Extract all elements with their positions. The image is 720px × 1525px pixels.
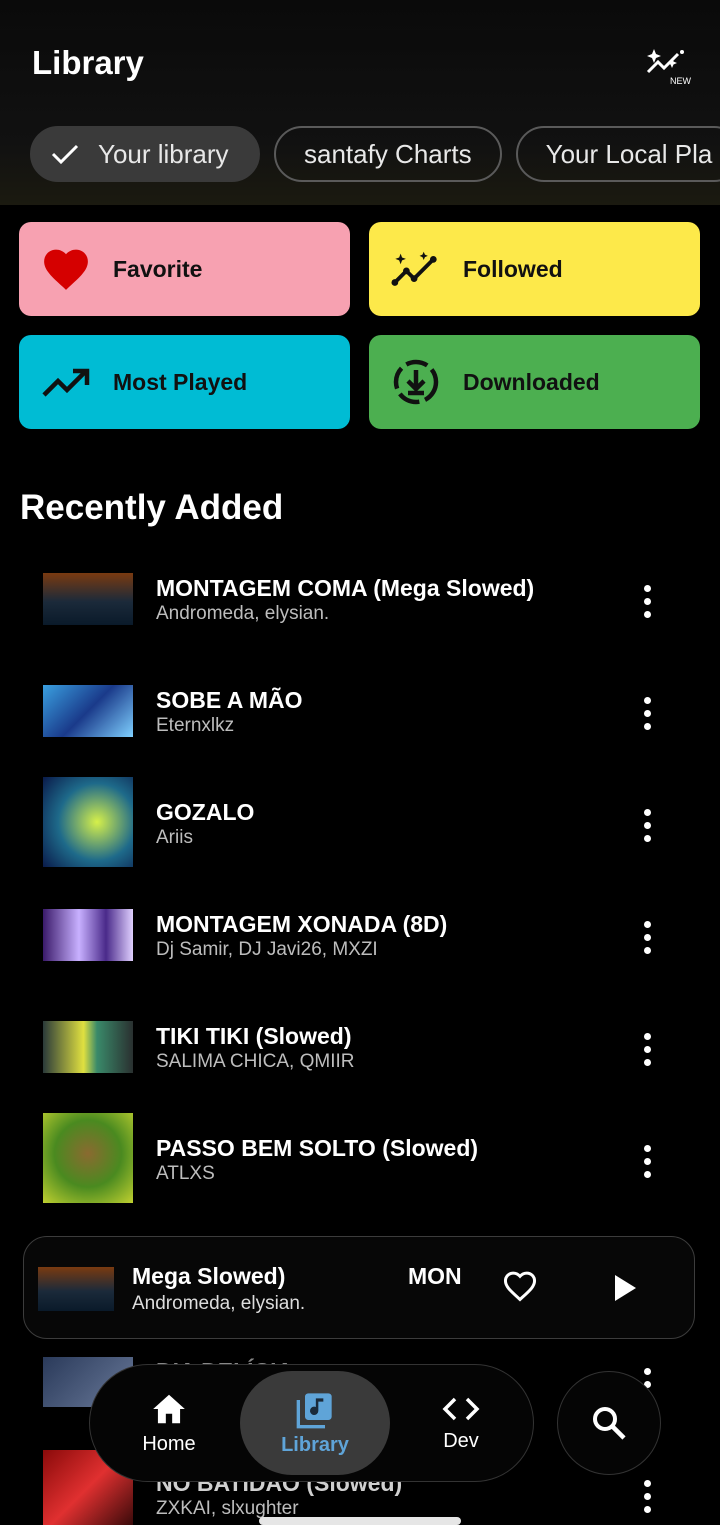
chip-label: santafy Charts (304, 138, 472, 169)
song-row[interactable]: MONTAGEM XONADA (8D) Dj Samir, DJ Javi26… (0, 881, 720, 993)
song-title: GOZALO (156, 799, 255, 825)
nav-dev[interactable]: Dev (386, 1371, 536, 1475)
library-music-icon (296, 1392, 332, 1428)
nav-library[interactable]: Library (240, 1371, 390, 1475)
tile-label: Most Played (113, 368, 248, 395)
song-title: SOBE A MÃO (156, 687, 303, 713)
trending-up-icon (41, 357, 91, 407)
tile-label: Followed (463, 255, 563, 282)
tile-favorite[interactable]: Favorite (19, 222, 350, 316)
more-options-icon[interactable] (636, 1145, 658, 1185)
album-art (43, 1021, 133, 1073)
more-options-icon[interactable] (636, 697, 658, 737)
song-row[interactable]: TIKI TIKI (Slowed) SALIMA CHICA, QMIIR (0, 993, 720, 1105)
check-icon (51, 144, 79, 165)
album-art (43, 1113, 133, 1203)
tile-label: Downloaded (463, 368, 600, 395)
song-artist: Dj Samir, DJ Javi26, MXZI (156, 939, 378, 960)
song-title: MONTAGEM COMA (Mega Slowed) (156, 575, 535, 601)
song-title: PASSO BEM SOLTO (Slowed) (156, 1135, 479, 1161)
bottom-navigation: Home Library Dev (89, 1364, 534, 1482)
tile-downloaded[interactable]: Downloaded (369, 335, 700, 429)
chip-label: Your Local Pla (545, 138, 713, 169)
page-title: Library (32, 44, 144, 81)
song-row[interactable]: GOZALO Ariis (0, 769, 720, 881)
album-art (43, 909, 133, 961)
home-indicator[interactable] (259, 1517, 461, 1525)
sparkle-icon: NEW (646, 49, 692, 86)
sparkle-chart-icon (391, 244, 441, 294)
chip-local-playlists[interactable]: Your Local Pla (515, 126, 720, 182)
player-album-art (38, 1267, 114, 1311)
song-row[interactable]: MONTAGEM COMA (Mega Slowed) Andromeda, e… (0, 545, 720, 657)
song-title: TIKI TIKI (Slowed) (156, 1023, 352, 1049)
more-options-icon[interactable] (636, 1480, 658, 1520)
song-row[interactable]: SOBE A MÃO Eternxlkz (0, 657, 720, 769)
album-art (43, 573, 133, 625)
heart-outline-icon (503, 1271, 537, 1302)
new-badge: NEW (670, 76, 692, 86)
heart-icon (41, 244, 91, 294)
song-artist: SALIMA CHICA, QMIIR (156, 1051, 355, 1072)
filter-chips: Your library santafy Charts Your Local P… (0, 120, 720, 192)
chip-santafy-charts[interactable]: santafy Charts (274, 126, 502, 182)
album-art (43, 685, 133, 737)
new-features-button[interactable]: NEW (640, 44, 692, 90)
player-title: Mega Slowed) (132, 1263, 286, 1289)
nav-label: Dev (443, 1429, 479, 1452)
tile-most-played[interactable]: Most Played (19, 335, 350, 429)
tile-followed[interactable]: Followed (369, 222, 700, 316)
mini-player[interactable]: Mega Slowed) MON Andromeda, elysian. (23, 1236, 695, 1339)
album-art (43, 777, 133, 867)
tile-label: Favorite (113, 255, 203, 282)
more-options-icon[interactable] (636, 585, 658, 625)
play-button[interactable] (612, 1273, 644, 1305)
header: Library NEW Your library santafy Charts … (0, 0, 720, 205)
player-title-repeat: MON (408, 1263, 462, 1289)
song-row[interactable]: PASSO BEM SOLTO (Slowed) ATLXS (0, 1105, 720, 1217)
nav-home[interactable]: Home (94, 1371, 244, 1475)
song-artist: Andromeda, elysian. (156, 603, 330, 624)
more-options-icon[interactable] (636, 1033, 658, 1073)
more-options-icon[interactable] (636, 921, 658, 961)
code-icon (442, 1397, 480, 1420)
search-icon (593, 1407, 626, 1440)
home-icon (153, 1394, 185, 1423)
download-circle-icon (391, 357, 441, 407)
song-artist: ATLXS (156, 1163, 215, 1184)
player-artist: Andromeda, elysian. (132, 1293, 306, 1314)
play-icon (615, 1275, 636, 1301)
more-options-icon[interactable] (636, 809, 658, 849)
nav-label: Home (142, 1432, 196, 1455)
nav-label: Library (281, 1433, 349, 1456)
song-title: MONTAGEM XONADA (8D) (156, 911, 448, 937)
chip-your-library[interactable]: Your library (30, 126, 260, 182)
song-artist: Ariis (156, 827, 193, 848)
like-button[interactable] (502, 1269, 542, 1309)
search-button[interactable] (557, 1371, 661, 1475)
player-title-marquee: Mega Slowed) MON (132, 1263, 468, 1293)
section-title: Recently Added (20, 488, 284, 527)
song-artist: Eternxlkz (156, 715, 235, 736)
chip-label: Your library (98, 138, 229, 169)
